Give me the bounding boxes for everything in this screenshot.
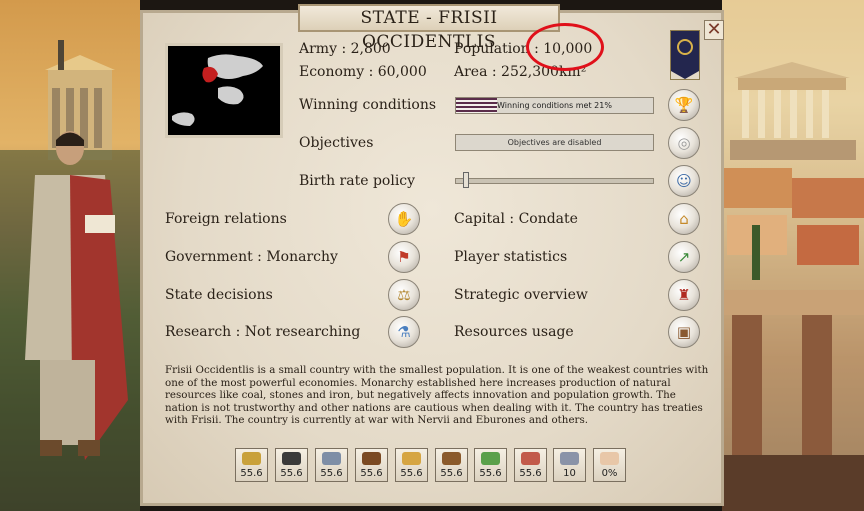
state-flag [670, 30, 700, 80]
state-description: Frisii Occidentlis is a small country wi… [165, 364, 709, 427]
slider-track [455, 178, 654, 184]
leather-icon [362, 452, 381, 465]
strategic-overview-label: Strategic overview [454, 287, 588, 303]
resource-tile[interactable]: 55.6 [235, 448, 268, 482]
winning-conditions-bar: Winning conditions met 21% [455, 97, 654, 114]
resources-usage-button[interactable]: ▣ [668, 316, 700, 348]
resource-value: 55.6 [360, 468, 383, 479]
winning-conditions-text: Winning conditions met 21% [497, 101, 612, 110]
resource-tile[interactable]: 55.6 [514, 448, 547, 482]
state-decisions-label: State decisions [165, 287, 273, 303]
banner-icon: ⚑ [397, 248, 411, 266]
objectives-label: Objectives [299, 135, 374, 151]
resource-tile[interactable]: 55.6 [355, 448, 388, 482]
population-icon [560, 452, 579, 465]
resource-tile[interactable]: 10 [553, 448, 586, 482]
government-label: Government : Monarchy [165, 249, 338, 265]
scroll-icon: ◎ [677, 134, 691, 152]
research-button[interactable]: ⚗ [388, 316, 420, 348]
birth-rate-button[interactable]: ☺ [668, 165, 700, 197]
left-artwork [0, 0, 140, 511]
coal-icon [282, 452, 301, 465]
helmet-icon: ♜ [677, 286, 691, 304]
chart-icon: ↗ [677, 248, 691, 266]
flask-icon: ⚗ [397, 323, 411, 341]
iron-icon [322, 452, 341, 465]
resource-value: 10 [563, 468, 576, 479]
territory-map-shape [172, 54, 263, 126]
window-title: STATE - FRISII OCCIDENTLIS [298, 4, 560, 52]
birth-rate-slider[interactable] [455, 172, 654, 188]
resources-usage-label: Resources usage [454, 324, 574, 340]
resource-value: 55.6 [240, 468, 263, 479]
winning-conditions-fill [456, 98, 498, 113]
resource-value: 55.6 [519, 468, 542, 479]
right-artwork [722, 0, 864, 511]
handshake-icon: ✋ [394, 210, 414, 228]
barrel-icon: ▣ [676, 323, 692, 341]
objectives-bar: Objectives are disabled [455, 134, 654, 151]
foreign-relations-label: Foreign relations [165, 211, 287, 227]
resource-value: 55.6 [280, 468, 303, 479]
research-label: Research : Not researching [165, 324, 361, 340]
resource-value: 55.6 [400, 468, 423, 479]
wood-icon [442, 452, 461, 465]
resource-tile[interactable]: 55.6 [435, 448, 468, 482]
foreign-relations-button[interactable]: ✋ [388, 203, 420, 235]
player-statistics-label: Player statistics [454, 249, 568, 265]
resource-value: 0% [601, 468, 618, 479]
army-stat: Army : 2,800 [299, 41, 391, 57]
winning-conditions-label: Winning conditions [299, 97, 437, 113]
resource-tile[interactable]: 55.6 [474, 448, 507, 482]
resource-value: 55.6 [479, 468, 502, 479]
annotation-circle [526, 23, 604, 71]
birth-rate-label: Birth rate policy [299, 173, 416, 189]
resource-tile[interactable]: 0% [593, 448, 626, 482]
orator-painting [0, 40, 140, 511]
capital-button[interactable]: ⌂ [668, 203, 700, 235]
trophy-icon: 🏆 [674, 96, 694, 114]
city-painting [722, 0, 864, 511]
gold-icon [242, 452, 261, 465]
meat-icon [521, 452, 540, 465]
economy-stat: Economy : 60,000 [299, 64, 427, 80]
herbs-icon [481, 452, 500, 465]
slider-handle[interactable] [463, 172, 469, 188]
wheat-icon [402, 452, 421, 465]
resource-tile[interactable]: 55.6 [315, 448, 348, 482]
city-icon: ⌂ [679, 210, 689, 228]
objectives-button[interactable]: ◎ [668, 127, 700, 159]
territory-minimap[interactable] [165, 43, 283, 138]
strategic-overview-button[interactable]: ♜ [668, 279, 700, 311]
happiness-icon [600, 452, 619, 465]
scales-icon: ⚖ [397, 286, 411, 304]
resource-value: 55.6 [320, 468, 343, 479]
government-button[interactable]: ⚑ [388, 241, 420, 273]
resource-tile[interactable]: 55.6 [395, 448, 428, 482]
resource-tile[interactable]: 55.6 [275, 448, 308, 482]
flag-emblem-icon [671, 39, 699, 79]
close-button[interactable]: ✕ [704, 20, 724, 40]
capital-label: Capital : Condate [454, 211, 578, 227]
player-statistics-button[interactable]: ↗ [668, 241, 700, 273]
winning-conditions-button[interactable]: 🏆 [668, 89, 700, 121]
resource-value: 55.6 [440, 468, 463, 479]
person-icon: ☺ [676, 172, 692, 190]
state-decisions-button[interactable]: ⚖ [388, 279, 420, 311]
